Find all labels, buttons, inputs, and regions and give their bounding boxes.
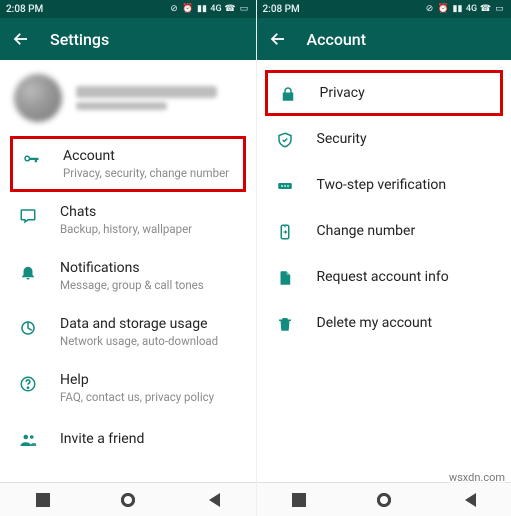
menu-item-notifications[interactable]: Notifications Message, group & call tone… <box>0 248 256 304</box>
menu-item-chats[interactable]: Chats Backup, history, wallpaper <box>0 192 256 248</box>
menu-title: Data and storage usage <box>60 316 218 332</box>
menu-item-help[interactable]: Help FAQ, contact us, privacy policy <box>0 360 256 416</box>
volte-icon: ☎ <box>225 4 236 15</box>
alarm-icon: ⏰ <box>438 4 449 15</box>
menu-title: Privacy <box>320 85 365 101</box>
menu-title: Security <box>317 131 367 147</box>
pin-icon <box>275 176 295 196</box>
settings-content: Account Privacy, security, change number… <box>0 60 256 482</box>
signal-icon: ▮▮ <box>197 4 208 15</box>
android-navbar <box>0 482 256 516</box>
profile-text <box>76 86 242 110</box>
menu-subtitle: FAQ, contact us, privacy policy <box>60 390 214 404</box>
menu-subtitle: Message, group & call tones <box>60 278 204 292</box>
appbar-title: Settings <box>50 30 109 49</box>
menu-item-data[interactable]: Data and storage usage Network usage, au… <box>0 304 256 360</box>
android-navbar <box>257 482 511 516</box>
bell-icon <box>18 262 38 282</box>
appbar: Account <box>257 18 511 60</box>
battery-icon: ▭ <box>494 4 505 15</box>
menu-title: Delete my account <box>317 315 433 331</box>
profile-status-blurred <box>76 102 167 110</box>
trash-icon <box>275 314 295 334</box>
menu-item-security[interactable]: Security <box>257 116 511 162</box>
nav-back-button[interactable] <box>206 493 220 507</box>
menu-title: Notifications <box>60 260 204 276</box>
menu-title: Request account info <box>317 269 449 285</box>
menu-item-delete-account[interactable]: Delete my account <box>257 300 511 346</box>
nav-recents-button[interactable] <box>292 493 306 507</box>
back-button[interactable] <box>12 30 30 48</box>
appbar-title: Account <box>307 30 367 49</box>
menu-subtitle: Privacy, security, change number <box>63 166 229 180</box>
signal-icon: ▮▮ <box>452 4 463 15</box>
status-bar: 2:08 PM ⊘ ⏰ ▮▮ 4G ☎ ▭ <box>257 0 511 18</box>
menu-item-request-info[interactable]: Request account info <box>257 254 511 300</box>
menu-title: Invite a friend <box>60 431 144 447</box>
dnd-icon: ⊘ <box>169 4 180 15</box>
menu-subtitle: Network usage, auto-download <box>60 334 218 348</box>
chat-icon <box>18 206 38 226</box>
menu-item-privacy[interactable]: Privacy <box>265 70 504 116</box>
menu-item-invite[interactable]: Invite a friend <box>0 416 256 462</box>
nav-home-button[interactable] <box>121 493 135 507</box>
network-label: 4G <box>466 4 477 15</box>
menu-title: Help <box>60 372 214 388</box>
dnd-icon: ⊘ <box>424 4 435 15</box>
help-icon <box>18 374 38 394</box>
phone-right-account: 2:08 PM ⊘ ⏰ ▮▮ 4G ☎ ▭ Account <box>256 0 511 516</box>
status-icons: ⊘ ⏰ ▮▮ 4G ☎ ▭ <box>169 4 250 15</box>
data-usage-icon <box>18 318 38 338</box>
nav-home-button[interactable] <box>377 493 391 507</box>
people-icon <box>18 430 38 450</box>
profile-row[interactable] <box>0 60 256 136</box>
menu-item-account[interactable]: Account Privacy, security, change number <box>10 136 246 192</box>
status-time: 2:08 PM <box>6 4 43 15</box>
status-icons: ⊘ ⏰ ▮▮ 4G ☎ ▭ <box>424 4 505 15</box>
appbar: Settings <box>0 18 256 60</box>
menu-subtitle: Backup, history, wallpaper <box>60 222 192 236</box>
phone-left-settings: 2:08 PM ⊘ ⏰ ▮▮ 4G ☎ ▭ Settings <box>0 0 256 516</box>
status-time: 2:08 PM <box>263 4 300 15</box>
menu-title: Change number <box>317 223 416 239</box>
account-content: Privacy Security Two-step verification <box>257 60 511 482</box>
menu-title: Two-step verification <box>317 177 447 193</box>
lock-icon <box>278 84 298 104</box>
menu-item-change-number[interactable]: Change number <box>257 208 511 254</box>
nav-back-button[interactable] <box>462 493 476 507</box>
alarm-icon: ⏰ <box>183 4 194 15</box>
watermark: wsxdn.com <box>449 471 505 484</box>
avatar <box>14 74 62 122</box>
volte-icon: ☎ <box>480 4 491 15</box>
menu-title: Chats <box>60 204 192 220</box>
key-icon <box>21 150 41 170</box>
menu-title: Account <box>63 148 229 164</box>
network-label: 4G <box>211 4 222 15</box>
phone-swap-icon <box>275 222 295 242</box>
menu-item-twostep[interactable]: Two-step verification <box>257 162 511 208</box>
profile-name-blurred <box>76 86 217 98</box>
document-icon <box>275 268 295 288</box>
battery-icon: ▭ <box>239 4 250 15</box>
back-button[interactable] <box>269 30 287 48</box>
nav-recents-button[interactable] <box>36 493 50 507</box>
shield-icon <box>275 130 295 150</box>
status-bar: 2:08 PM ⊘ ⏰ ▮▮ 4G ☎ ▭ <box>0 0 256 18</box>
